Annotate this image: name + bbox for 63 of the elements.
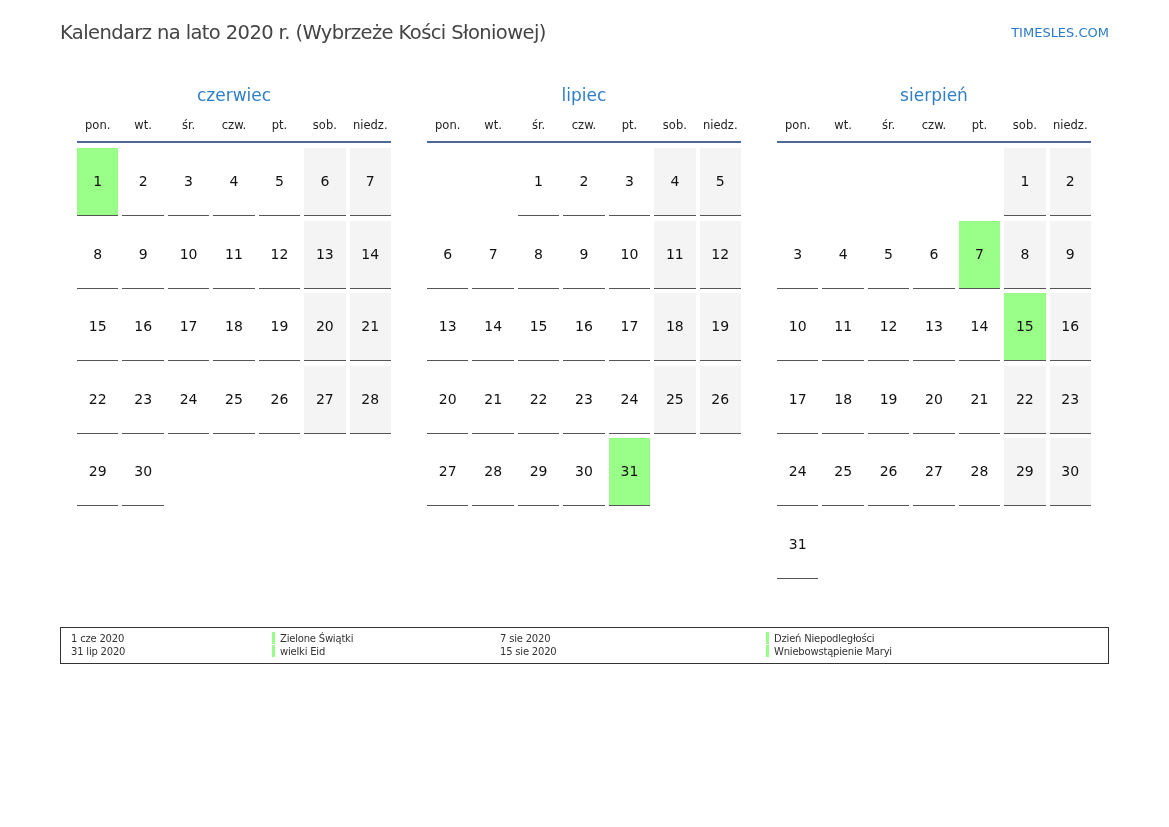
day-cell: 19: [699, 293, 741, 361]
weekday-label: pon.: [435, 117, 461, 133]
holiday-date: 31 lip 2020: [71, 644, 126, 658]
weekday-label: wt.: [134, 117, 152, 133]
holiday-date: 7 sie 2020: [500, 631, 551, 645]
day-cell: 6: [304, 148, 346, 216]
day-cell: 29: [1004, 438, 1046, 506]
day-cell: 16: [1049, 293, 1091, 361]
weekday-label: czw.: [921, 117, 947, 133]
page-title: Kalendarz na lato 2020 r. (Wybrzeże Kości Słoniowej): [60, 21, 546, 45]
weekday-label: śr.: [181, 117, 196, 133]
day-cell: 4: [654, 148, 696, 216]
day-cell: 11: [654, 220, 696, 289]
weekday-label: niedz.: [1053, 117, 1088, 133]
weekday-label: sob.: [1012, 117, 1037, 133]
weekday-label: niedz.: [353, 117, 388, 133]
day-cell: 9: [1049, 220, 1091, 289]
month-title: sierpień: [900, 85, 968, 105]
day-cell: 28: [349, 365, 391, 434]
weekday-label: wt.: [834, 117, 852, 133]
site-link[interactable]: TIMESLES.COM: [1011, 25, 1109, 41]
day-cell: 30: [1049, 438, 1091, 506]
weekday-label: pt.: [271, 117, 288, 133]
day-cell: 1: [77, 148, 119, 216]
weekday-label: wt.: [484, 117, 502, 133]
day-cell: 25: [654, 365, 696, 434]
weekday-label: sob.: [312, 117, 337, 133]
day-cell: 7: [349, 148, 391, 216]
holiday-name: Wniebowstąpienie Maryi: [774, 644, 892, 658]
month-title: lipiec: [561, 85, 607, 105]
weekday-label: śr.: [881, 117, 896, 133]
day-cell: 13: [304, 220, 346, 289]
day-cell: 26: [699, 365, 741, 434]
day-cell: 1: [1004, 148, 1046, 216]
day-cell: 27: [304, 365, 346, 434]
weekday-label: pon.: [85, 117, 111, 133]
day-cell: 7: [958, 220, 1001, 289]
month-title: czerwiec: [196, 85, 272, 105]
day-cell: 23: [1049, 365, 1091, 434]
day-cell: 2: [1049, 148, 1091, 216]
holiday-date: 15 sie 2020: [500, 644, 557, 658]
weekday-label: pt.: [621, 117, 638, 133]
holiday-name: Dzień Niepodległości: [774, 631, 875, 645]
day-cell: 5: [699, 148, 741, 216]
day-cell: 12: [699, 220, 741, 289]
weekday-label: pon.: [785, 117, 811, 133]
day-cell: 14: [349, 220, 391, 289]
weekday-label: śr.: [531, 117, 546, 133]
day-cell: 22: [1004, 365, 1046, 434]
weekday-label: niedz.: [703, 117, 738, 133]
weekday-label: czw.: [571, 117, 597, 133]
holiday-name: Zielone Świątki: [280, 631, 354, 645]
holiday-name: wielki Eid: [280, 644, 326, 658]
day-cell: 20: [304, 293, 346, 361]
weekday-label: czw.: [221, 117, 247, 133]
day-cell: 8: [1004, 220, 1046, 289]
weekday-label: pt.: [971, 117, 988, 133]
day-cell: 31: [608, 438, 651, 506]
day-cell: 15: [1004, 293, 1046, 361]
day-cell: 18: [654, 293, 696, 361]
weekday-label: sob.: [662, 117, 687, 133]
holiday-date: 1 cze 2020: [71, 631, 125, 645]
day-cell: 21: [349, 293, 391, 361]
